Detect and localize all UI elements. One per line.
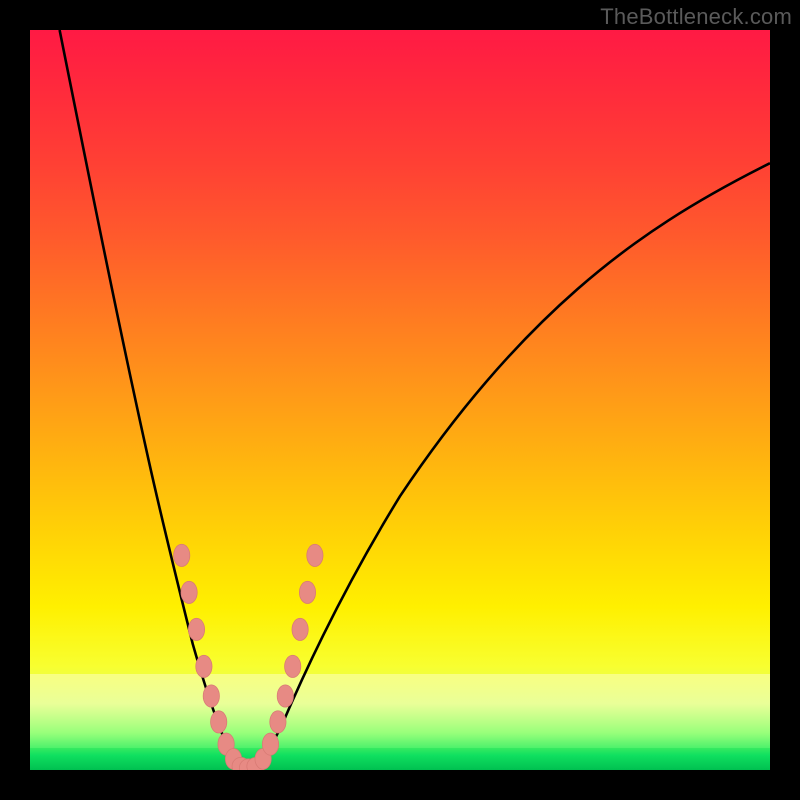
curve-svg	[30, 30, 770, 770]
chart-frame: TheBottleneck.com	[0, 0, 800, 800]
plot-area	[30, 30, 770, 770]
curve-left	[60, 30, 252, 770]
curve-right	[252, 163, 770, 770]
watermark-text: TheBottleneck.com	[600, 4, 792, 30]
